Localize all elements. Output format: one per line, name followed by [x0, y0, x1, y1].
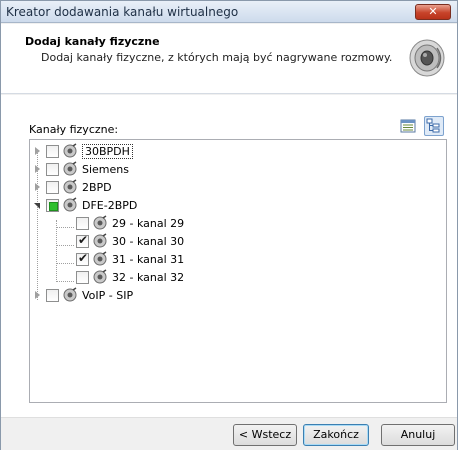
tree-node[interactable]: 30BPDH — [32, 142, 133, 160]
node-checkbox[interactable] — [76, 233, 89, 248]
tree-node-label: VoIP - SIP — [82, 288, 134, 302]
phone-channel-icon — [93, 215, 107, 230]
speaker-icon — [409, 39, 445, 77]
phone-channel-icon — [63, 143, 77, 158]
tree-node-label: 30BPDH — [82, 143, 133, 159]
tree-node[interactable]: VoIP - SIP — [32, 286, 133, 304]
node-checkbox[interactable] — [76, 216, 89, 230]
phone-channel-icon — [93, 251, 107, 266]
cancel-button[interactable]: Anuluj — [381, 424, 455, 446]
wizard-header: Dodaj kanały fizyczne Dodaj kanały fizyc… — [1, 24, 457, 94]
phone-channel-icon — [63, 179, 77, 194]
tree-connector — [56, 227, 74, 228]
tree-connector — [56, 220, 57, 282]
list-view-icon — [400, 119, 416, 133]
wizard-window: Kreator dodawania kanału wirtualnego ✕ D… — [0, 0, 458, 450]
tree-node[interactable]: 29 - kanal 29 — [76, 214, 184, 232]
node-checkbox[interactable] — [76, 251, 89, 266]
tree-node-label: 29 - kanal 29 — [112, 216, 185, 230]
expand-arrow-icon[interactable] — [32, 145, 44, 157]
node-checkbox[interactable] — [46, 198, 59, 212]
tree-node[interactable]: 32 - kanal 32 — [76, 268, 184, 286]
phone-channel-icon — [93, 269, 107, 284]
phone-channel-icon — [63, 197, 77, 212]
tree-node[interactable]: 2BPD — [32, 178, 112, 196]
collapse-arrow-icon[interactable] — [32, 199, 44, 211]
phone-channel-icon — [93, 233, 107, 248]
wizard-body: Kanały fizyczne: 30BPDH Siemens 2BPD DFE… — [1, 95, 457, 417]
tree-node-label: 30 - kanal 30 — [112, 234, 185, 248]
channel-tree[interactable]: 30BPDH Siemens 2BPD DFE-2BPD 29 - kanal … — [29, 139, 447, 403]
header-subtitle: Dodaj kanały fizyczne, z których mają by… — [41, 51, 393, 64]
tree-node[interactable]: Siemens — [32, 160, 129, 178]
tree-view-icon — [426, 118, 440, 133]
header-title: Dodaj kanały fizyczne — [25, 35, 160, 48]
tree-connector — [56, 281, 74, 282]
tree-connector — [56, 245, 74, 246]
title-bar: Kreator dodawania kanału wirtualnego ✕ — [1, 1, 457, 23]
tree-label: Kanały fizyczne: — [29, 123, 119, 136]
tree-node-label: Siemens — [82, 162, 129, 176]
node-checkbox[interactable] — [46, 288, 59, 302]
window-title: Kreator dodawania kanału wirtualnego — [6, 5, 239, 19]
list-view-button[interactable] — [398, 116, 418, 136]
node-checkbox[interactable] — [76, 270, 89, 284]
tree-node[interactable]: 31 - kanal 31 — [76, 250, 184, 268]
phone-channel-icon — [63, 287, 77, 302]
tree-node-label: 2BPD — [82, 180, 112, 194]
expand-arrow-icon[interactable] — [32, 163, 44, 175]
expand-arrow-icon[interactable] — [32, 181, 44, 193]
close-button[interactable]: ✕ — [415, 4, 451, 20]
node-checkbox[interactable] — [46, 144, 59, 158]
close-icon: ✕ — [428, 5, 438, 18]
back-button[interactable]: < Wstecz — [233, 424, 297, 446]
tree-node-label: 32 - kanal 32 — [112, 270, 185, 284]
phone-channel-icon — [63, 161, 77, 176]
node-checkbox[interactable] — [46, 162, 59, 176]
tree-connector — [56, 263, 74, 264]
finish-button[interactable]: Zakończ — [303, 424, 369, 446]
expand-arrow-icon[interactable] — [32, 289, 44, 301]
tree-node[interactable]: DFE-2BPD — [32, 196, 137, 214]
tree-node-label: DFE-2BPD — [82, 198, 138, 212]
wizard-footer: < Wstecz Zakończ Anuluj — [1, 417, 457, 450]
tree-node-label: 31 - kanal 31 — [112, 252, 185, 266]
tree-view-button[interactable] — [424, 116, 444, 136]
tree-node[interactable]: 30 - kanal 30 — [76, 232, 184, 250]
node-checkbox[interactable] — [46, 180, 59, 194]
